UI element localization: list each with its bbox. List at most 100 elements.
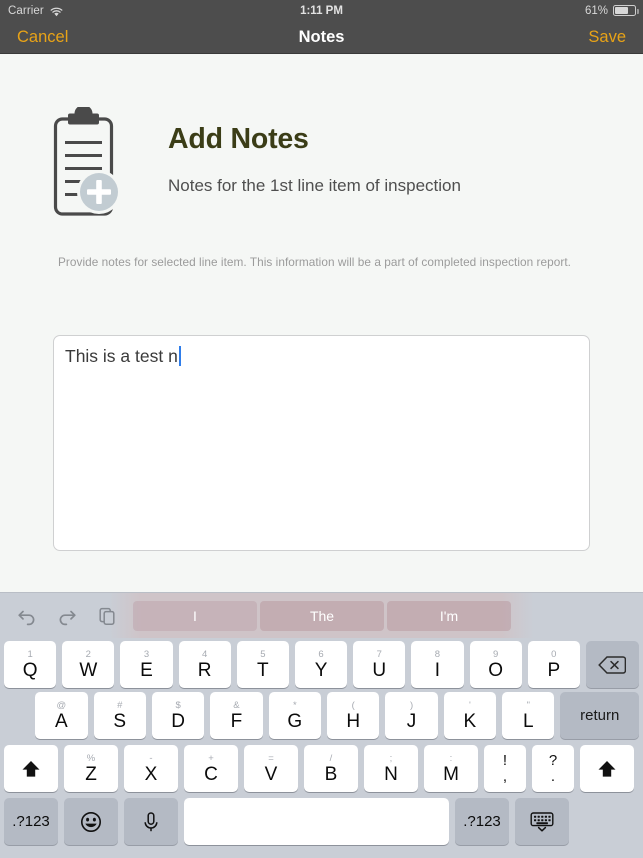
key-b[interactable]: / B [304, 745, 358, 792]
key-x[interactable]: -X [124, 745, 178, 792]
paste-icon[interactable] [96, 605, 118, 627]
keyboard-row-3: % Z -X + C = V / B ; N :M ! , ? . [0, 744, 643, 797]
save-button[interactable]: Save [588, 21, 626, 54]
numeric-key-left[interactable]: .?123 [4, 798, 58, 845]
keyboard-row-4: .?123 .?123 [0, 797, 643, 850]
key-main-label: H [346, 710, 361, 732]
hero-subheading: Notes for the 1st line item of inspectio… [168, 175, 461, 195]
dictation-key[interactable] [124, 798, 178, 845]
key-t[interactable]: 5T [236, 641, 289, 688]
emoji-key[interactable] [64, 798, 118, 845]
key-alt-label: + [208, 752, 214, 764]
backspace-icon [598, 655, 627, 675]
key-main-label: I [434, 659, 441, 681]
key-main-label: J [406, 710, 417, 732]
redo-icon[interactable] [56, 605, 78, 627]
shift-key-left[interactable] [4, 745, 58, 792]
suggestion-item[interactable]: I'm [387, 600, 511, 631]
key-d[interactable]: $ D [151, 692, 205, 739]
key-y[interactable]: 6Y [294, 641, 348, 688]
key-alt-label: 6 [318, 648, 324, 660]
key-main-label: P [547, 659, 561, 681]
key-k[interactable]: ' K [443, 692, 497, 739]
app-root: Carrier 1:11 PM 61% Cancel Notes Save Ad… [0, 0, 643, 858]
key-alt-label: : [449, 752, 453, 764]
battery-icon [613, 5, 639, 16]
key-alt-label: / [329, 752, 333, 764]
key-alt-label: 4 [202, 648, 208, 660]
key-p[interactable]: 0P [527, 641, 580, 688]
key-alt-label: ) [409, 699, 414, 711]
text-caret [178, 346, 181, 366]
backspace-key[interactable] [585, 641, 640, 688]
key-alt-label: 5 [260, 648, 266, 660]
key-alt-label: @ [56, 699, 67, 711]
key-e[interactable]: 3E [120, 641, 173, 688]
key-u[interactable]: 7U [353, 641, 406, 688]
key-alt-label: ' [468, 699, 471, 711]
key-bottom-label: . [550, 768, 556, 785]
hide-keyboard-key[interactable] [515, 798, 569, 845]
key-c[interactable]: + C [184, 745, 238, 792]
key-j[interactable]: ) J [385, 692, 438, 739]
undo-icon[interactable] [16, 605, 38, 627]
clipboard-add-icon [52, 107, 122, 220]
key-z[interactable]: % Z [64, 745, 118, 792]
status-bar: Carrier 1:11 PM 61% [0, 0, 643, 21]
key-main-label: W [79, 659, 98, 681]
key-alt-label: 7 [376, 648, 382, 660]
key-n[interactable]: ; N [364, 745, 418, 792]
emoji-icon [79, 810, 103, 834]
key-alt-label: 8 [434, 648, 441, 660]
key-main-label: R [197, 659, 212, 681]
key-w[interactable]: 2W [62, 641, 115, 688]
hide-keyboard-icon [528, 810, 556, 834]
key-alt-label: 3 [143, 648, 150, 660]
key-main-label: Y [314, 659, 328, 681]
hero-heading: Add Notes [168, 123, 309, 155]
key-bottom-label: , [502, 768, 508, 785]
key-alt-label: $ [175, 699, 181, 711]
key-main-label: U [372, 659, 387, 681]
key-main-label: S [113, 710, 127, 732]
key-r[interactable]: 4R [178, 641, 231, 688]
microphone-icon [140, 810, 162, 834]
suggestion-list: I The I'm [133, 600, 511, 631]
key-alt-label: " [526, 699, 530, 711]
key-question-period[interactable]: ? . [532, 745, 574, 792]
key-f[interactable]: & F [210, 692, 263, 739]
key-alt-label: 2 [85, 648, 91, 660]
key-s[interactable]: # S [93, 692, 146, 739]
key-main-label: T [257, 659, 269, 681]
content-area: Add Notes Notes for the 1st line item of… [0, 55, 643, 592]
key-i[interactable]: 8I [411, 641, 464, 688]
space-key[interactable] [184, 798, 449, 845]
key-l[interactable]: " L [502, 692, 555, 739]
key-a[interactable]: @ A [35, 692, 88, 739]
key-alt-label: = [268, 752, 274, 764]
key-h[interactable]: (H [327, 692, 380, 739]
page-title: Notes [298, 28, 345, 46]
key-o[interactable]: 9O [469, 641, 522, 688]
key-g[interactable]: * G [268, 692, 321, 739]
key-main-label: Z [85, 763, 97, 785]
key-main-label: C [204, 763, 218, 785]
key-v[interactable]: = V [244, 745, 298, 792]
notes-input[interactable]: This is a test n [53, 335, 590, 551]
key-alt-label: 1 [27, 648, 33, 660]
return-key[interactable]: return [560, 692, 639, 739]
virtual-keyboard: I The I'm 1Q 2W 3E 4R 5T 6Y 7U 8I 9O 0P [0, 592, 643, 858]
key-q[interactable]: 1Q [4, 641, 57, 688]
hero-section: Add Notes Notes for the 1st line item of… [52, 107, 461, 220]
key-main-label: F [230, 710, 243, 732]
predictive-text-bar: I The I'm [0, 593, 643, 638]
suggestion-item[interactable]: The [260, 600, 384, 631]
key-main-label: L [522, 710, 534, 732]
key-exclamation-comma[interactable]: ! , [484, 745, 526, 792]
keyboard-row-1: 1Q 2W 3E 4R 5T 6Y 7U 8I 9O 0P [0, 638, 643, 691]
notes-input-value: This is a test n [65, 346, 178, 366]
suggestion-item[interactable]: I [133, 600, 257, 631]
key-m[interactable]: :M [424, 745, 478, 792]
numeric-key-right[interactable]: .?123 [455, 798, 509, 845]
shift-key-right[interactable] [580, 745, 634, 792]
